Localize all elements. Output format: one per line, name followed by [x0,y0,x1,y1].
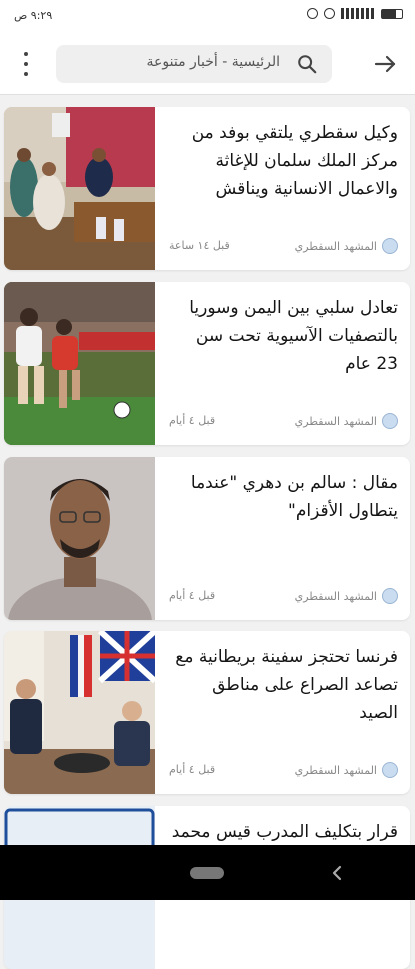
system-nav-bar [0,845,415,900]
search-text: الرئيسية - أخبار متنوعة [146,54,280,70]
status-bar: ٩:٢٩ ص [0,0,415,32]
news-time: قبل ١٤ ساعة [169,239,230,252]
news-card[interactable]: فرنسا تحتجز سفينة بريطانية مع تصاعد الصر… [4,631,410,794]
status-time: ٩:٢٩ ص [14,9,53,22]
news-source: المشهد السقطري [295,588,398,604]
source-logo-icon [382,762,398,778]
news-headline: فرنسا تحتجز سفينة بريطانية مع تصاعد الصر… [175,647,398,723]
news-headline: مقال : سالم بن دهري "عندما يتطاول الأقزا… [190,473,398,521]
news-time: قبل ٤ أيام [169,414,216,427]
news-headline: قرار بتكليف المدرب قيس محمد [171,822,398,842]
news-thumbnail [4,631,155,794]
home-button[interactable] [190,867,224,879]
alarm-icon [307,8,318,19]
news-time: قبل ٤ أيام [169,589,216,602]
source-name: المشهد السقطري [294,414,377,428]
news-source: المشهد السقطري [295,413,398,429]
news-thumbnail [4,457,155,620]
news-meta: المشهد السقطري قبل ١٤ ساعة [169,238,398,256]
app-bar: الرئيسية - أخبار متنوعة [0,32,415,95]
source-name: المشهد السقطري [294,589,377,603]
source-logo-icon [382,413,398,429]
search-bar[interactable]: الرئيسية - أخبار متنوعة [56,45,332,83]
source-logo-icon [382,588,398,604]
news-card[interactable]: مقال : سالم بن دهري "عندما يتطاول الأقزا… [4,457,410,620]
news-meta: المشهد السقطري قبل ٤ أيام [169,413,398,431]
news-card[interactable]: وكيل سقطري يلتقي بوفد من مركز الملك سلما… [4,107,410,270]
news-thumbnail [4,282,155,445]
source-name: المشهد السقطري [294,239,377,253]
news-time: قبل ٤ أيام [169,763,216,776]
search-icon [298,55,317,74]
news-meta: المشهد السقطري قبل ٤ أيام [169,762,398,780]
source-logo-icon [382,238,398,254]
news-source: المشهد السقطري [295,238,398,254]
news-thumbnail [4,107,155,270]
battery-icon [381,8,403,19]
news-headline: تعادل سلبي بين اليمن وسوريا بالتصفيات ال… [189,298,398,374]
more-vert-icon[interactable] [16,52,36,76]
source-name: المشهد السقطري [294,763,377,777]
news-headline: وكيل سقطري يلتقي بوفد من مركز الملك سلما… [191,123,398,199]
news-meta: المشهد السقطري قبل ٤ أيام [169,588,398,606]
arrow-forward-icon[interactable] [373,52,397,76]
signal-icon [341,8,375,19]
status-icons [307,8,403,19]
dnd-icon [324,8,335,19]
news-card[interactable]: تعادل سلبي بين اليمن وسوريا بالتصفيات ال… [4,282,410,445]
news-source: المشهد السقطري [295,762,398,778]
nav-back-icon[interactable] [326,861,350,885]
